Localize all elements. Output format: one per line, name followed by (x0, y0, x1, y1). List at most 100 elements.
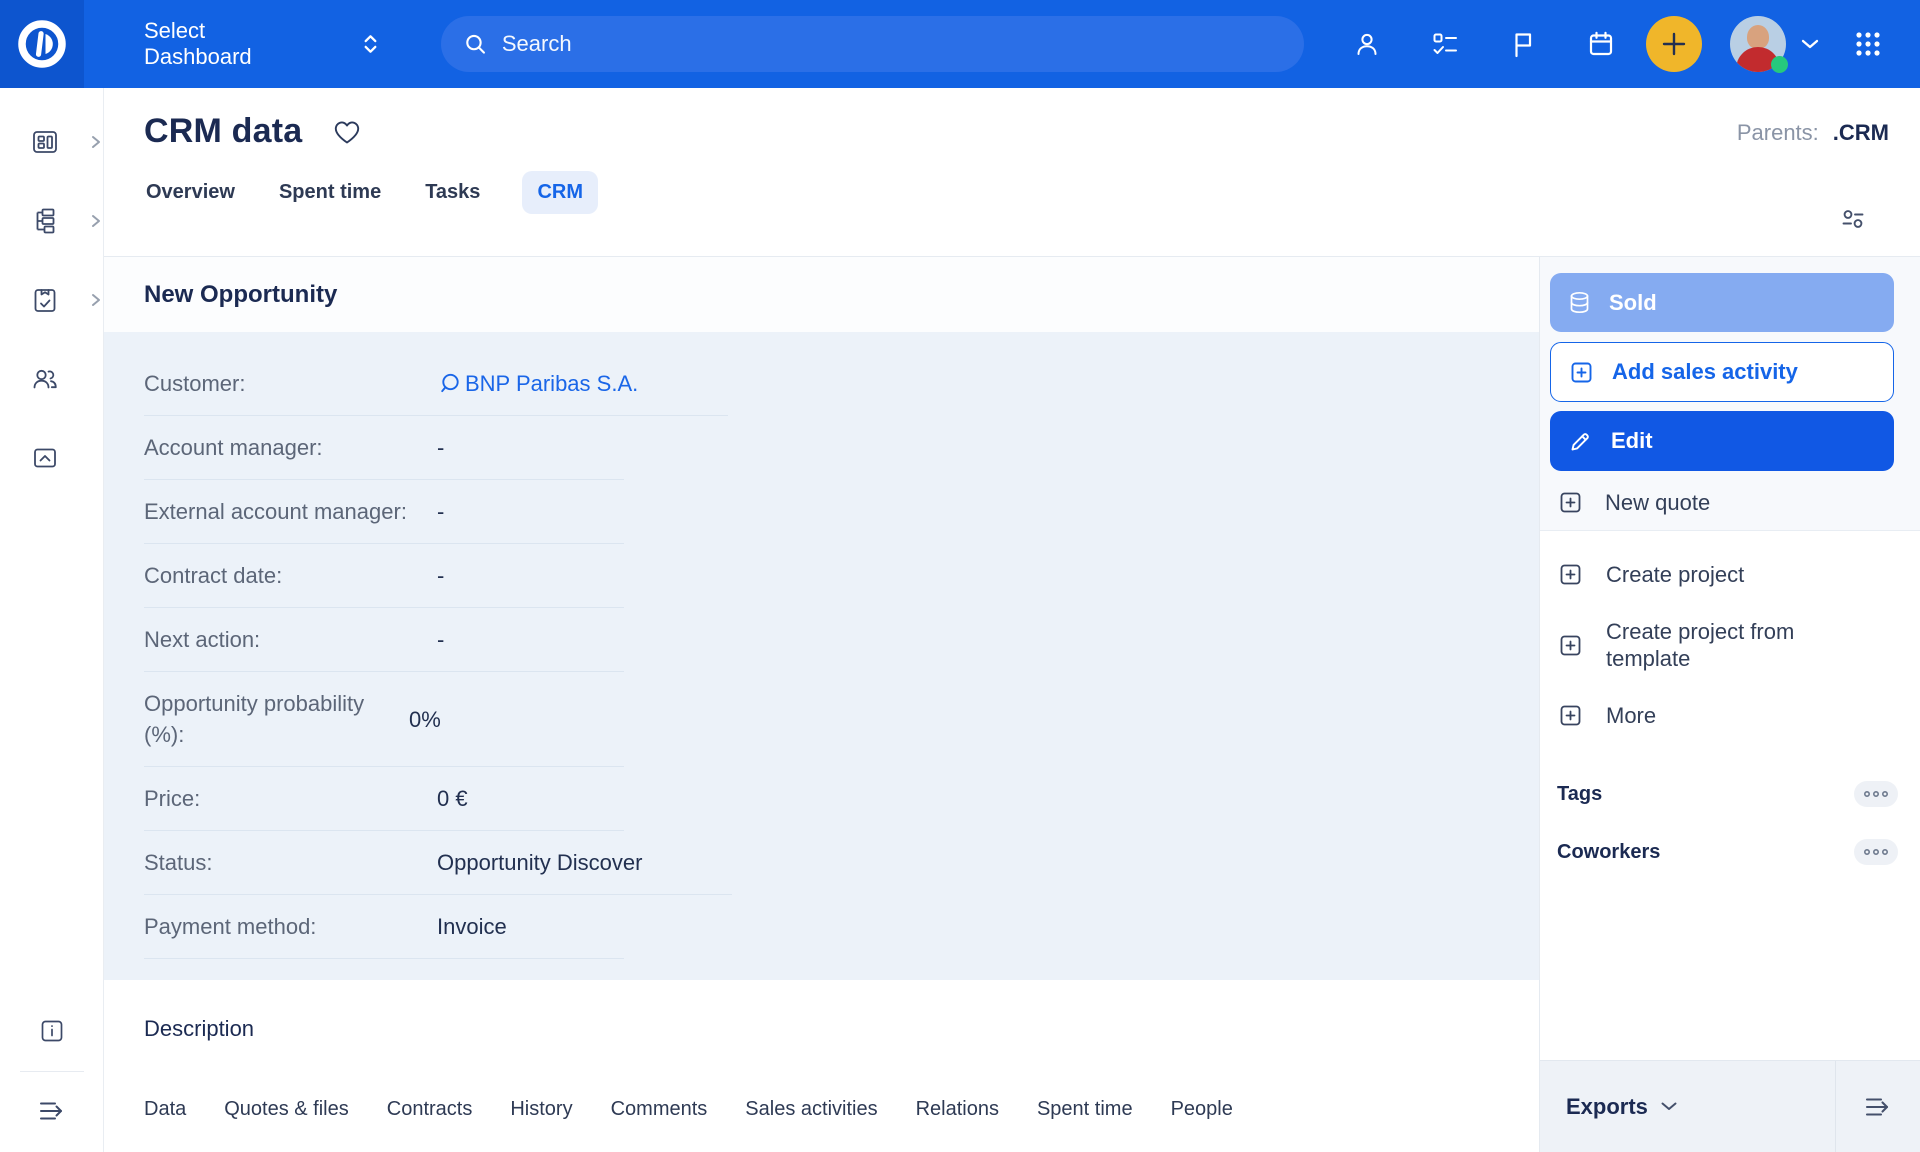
edit-label: Edit (1611, 428, 1653, 454)
calendar-icon[interactable] (1586, 29, 1616, 59)
field-row-account-manager: Account manager: - (144, 416, 624, 480)
tree-icon (30, 206, 60, 236)
create-project-label: Create project (1606, 561, 1744, 588)
apps-grid-icon[interactable] (1852, 28, 1884, 60)
field-value: - (437, 432, 444, 463)
avatar[interactable] (1730, 16, 1786, 72)
create-project-button[interactable]: Create project (1558, 561, 1894, 588)
chevron-right-icon (90, 292, 102, 308)
page-settings-sliders-icon[interactable] (1838, 206, 1868, 232)
plus-icon (1660, 30, 1688, 58)
exports-label: Exports (1566, 1094, 1648, 1120)
field-label: Customer: (144, 368, 437, 399)
field-row-payment-method: Payment method: Invoice (144, 895, 624, 959)
unfold-icon[interactable] (358, 30, 383, 58)
field-row-status: Status: Opportunity Discover (144, 831, 732, 895)
tab-contracts[interactable]: Contracts (387, 1098, 473, 1121)
action-panel: Sold Add sales activity Edit (1539, 257, 1920, 1152)
quick-add-button[interactable] (1646, 16, 1702, 72)
tags-row: Tags (1540, 765, 1920, 823)
tab-relations[interactable]: Relations (916, 1098, 999, 1121)
field-row-customer: Customer: BNP Paribas S.A. (144, 352, 728, 416)
profile-icon[interactable] (1352, 29, 1382, 59)
topbar: Select Dashboard (0, 0, 1920, 88)
field-row-opportunity-probability: Opportunity probability (%): 0% (144, 672, 624, 767)
search-bar[interactable] (441, 16, 1304, 72)
box-chevron-up-icon (30, 443, 60, 473)
favorite-heart-icon[interactable] (332, 118, 362, 146)
customer-link[interactable]: BNP Paribas S.A. (437, 368, 638, 399)
exports-dropdown[interactable]: Exports (1540, 1061, 1835, 1152)
tab-overview[interactable]: Overview (144, 171, 237, 214)
field-label: Next action: (144, 624, 437, 655)
tab-data[interactable]: Data (144, 1098, 186, 1121)
field-value: 0 € (437, 783, 468, 814)
coworkers-label: Coworkers (1557, 841, 1660, 864)
exports-bar: Exports (1540, 1060, 1920, 1152)
field-label: Contract date: (144, 560, 437, 591)
primary-actions: Sold Add sales activity Edit (1540, 257, 1920, 531)
collapse-panel-icon (1861, 1091, 1895, 1123)
ellipsis-icon (1862, 846, 1890, 858)
tab-spent-time-detail[interactable]: Spent time (1037, 1098, 1133, 1121)
more-button[interactable]: More (1558, 702, 1894, 729)
tab-crm[interactable]: CRM (522, 171, 598, 214)
app-logo[interactable] (0, 0, 84, 88)
field-value: Opportunity Discover (437, 847, 642, 878)
add-sales-activity-button[interactable]: Add sales activity (1550, 342, 1894, 402)
sold-button[interactable]: Sold (1550, 273, 1894, 332)
detail-tabs: Data Quotes & files Contracts History Co… (144, 1098, 1539, 1121)
create-project-from-template-button[interactable]: Create project from template (1558, 618, 1894, 672)
info-icon (38, 1017, 66, 1045)
expand-sidebar-button[interactable] (36, 1096, 68, 1126)
opportunity-title: New Opportunity (144, 281, 337, 309)
expand-sidebar-icon (36, 1096, 68, 1126)
sidebar-item-users[interactable] (44, 351, 60, 407)
description-section: Description Data Quotes & files Contract… (104, 980, 1539, 1152)
tasks-icon[interactable] (1430, 29, 1460, 59)
plus-square-icon (1569, 360, 1594, 385)
tab-comments[interactable]: Comments (611, 1098, 708, 1121)
customer-name: BNP Paribas S.A. (465, 368, 638, 399)
field-value: 0% (409, 704, 441, 735)
dashboard-select-label: Select Dashboard (144, 18, 312, 70)
dashboard-select[interactable]: Select Dashboard (144, 18, 312, 70)
tab-quotes-files[interactable]: Quotes & files (224, 1098, 349, 1121)
clipboard-check-icon (30, 285, 60, 315)
field-value: - (437, 560, 444, 591)
sidebar-item-modules[interactable] (44, 430, 60, 486)
coworkers-more-button[interactable] (1854, 839, 1898, 865)
topbar-actions (1304, 16, 1920, 72)
account-chevron-down-icon[interactable] (1800, 38, 1820, 50)
add-sales-activity-label: Add sales activity (1612, 359, 1798, 385)
page-title: CRM data (144, 112, 302, 151)
parents-link[interactable]: .CRM (1833, 120, 1889, 146)
new-quote-label: New quote (1605, 489, 1710, 516)
coins-icon (1568, 290, 1591, 316)
secondary-actions: Create project Create project from templ… (1540, 531, 1920, 765)
collapse-panel-button[interactable] (1835, 1061, 1920, 1152)
field-value: Invoice (437, 911, 507, 942)
page-tabs: Overview Spent time Tasks CRM (144, 171, 1920, 214)
new-quote-button[interactable]: New quote (1550, 489, 1894, 516)
edit-button[interactable]: Edit (1550, 411, 1894, 471)
online-status-dot (1771, 56, 1788, 73)
field-row-next-action: Next action: - (144, 608, 624, 672)
sidebar-item-tasks[interactable] (44, 272, 60, 328)
search-input[interactable] (502, 31, 1282, 57)
field-row-contract-date: Contract date: - (144, 544, 624, 608)
flag-icon[interactable] (1508, 29, 1538, 59)
tab-spent-time[interactable]: Spent time (277, 171, 383, 214)
tab-history[interactable]: History (510, 1098, 572, 1121)
sidebar-item-projects-tree[interactable] (44, 193, 60, 249)
field-value: - (437, 496, 444, 527)
info-button[interactable] (38, 1017, 66, 1045)
tab-tasks[interactable]: Tasks (423, 171, 482, 214)
sidebar-item-dashboards[interactable] (44, 114, 60, 170)
plus-square-icon (1558, 562, 1583, 587)
tags-more-button[interactable] (1854, 781, 1898, 807)
sold-label: Sold (1609, 290, 1657, 316)
ellipsis-icon (1862, 788, 1890, 800)
tab-sales-activities[interactable]: Sales activities (745, 1098, 877, 1121)
tab-people[interactable]: People (1171, 1098, 1233, 1121)
